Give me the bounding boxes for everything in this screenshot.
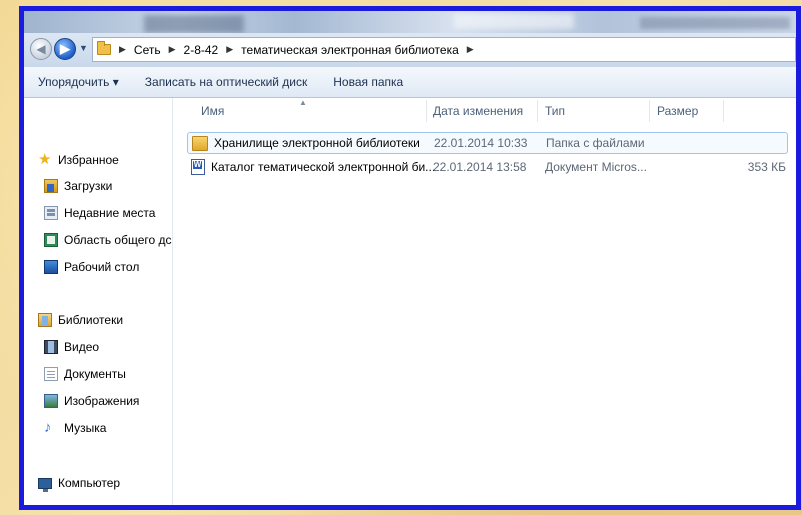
sidebar-item-video[interactable]: Видео — [44, 337, 99, 357]
sidebar-item-label: Компьютер — [58, 476, 121, 490]
breadcrumb-host[interactable]: 2-8-42 — [184, 43, 219, 57]
file-list: ▲ Имя Дата изменения Тип Размер Хранилищ… — [173, 98, 796, 505]
sidebar-item-label: Видео — [64, 340, 100, 354]
new-folder-button[interactable]: Новая папка — [333, 75, 403, 89]
sidebar-item-label: Библиотеки — [58, 313, 124, 327]
file-date: 22.01.2014 10:33 — [434, 136, 528, 150]
recent-places-icon — [44, 206, 58, 220]
sidebar-item-label: Загрузки — [64, 179, 113, 193]
chevron-right-icon[interactable]: ▶ — [119, 44, 126, 55]
sidebar-item-label: Избранное — [58, 153, 119, 167]
libraries-icon — [38, 313, 52, 327]
file-type: Папка с файлами — [546, 136, 645, 150]
video-icon — [44, 340, 58, 354]
sidebar-item-downloads[interactable]: Загрузки — [44, 176, 112, 196]
file-name: Каталог тематической электронной би... — [211, 160, 436, 174]
column-headers: ▲ Имя Дата изменения Тип Размер — [173, 98, 796, 124]
sidebar-item-libraries[interactable]: Библиотеки — [38, 310, 123, 330]
file-date: 22.01.2014 13:58 — [433, 160, 527, 174]
desktop-icon — [44, 260, 58, 274]
pictures-icon — [44, 394, 58, 408]
sidebar-item-label: Изображения — [64, 394, 140, 408]
forward-button[interactable]: ▶ — [54, 38, 76, 60]
sidebar-item-desktop[interactable]: Рабочий стол — [44, 257, 139, 277]
sidebar-item-favorites[interactable]: ★ Избранное — [38, 150, 119, 170]
arrow-right-icon: ▶ — [60, 41, 70, 56]
documents-icon — [44, 367, 58, 381]
sidebar-item-music[interactable]: ♪ Музыка — [44, 418, 106, 438]
file-name-cell: Каталог тематической электронной би... — [191, 159, 435, 175]
sidebar-item-images[interactable]: Изображения — [44, 391, 139, 411]
address-bar[interactable]: ▶ Сеть ▶ 2-8-42 ▶ тематическая электронн… — [92, 37, 796, 62]
folder-icon — [192, 135, 208, 151]
sidebar-item-label: Область общего дс — [64, 233, 172, 247]
command-bar: Упорядочить ▾ Записать на оптический дис… — [24, 67, 796, 98]
sidebar-item-label: Документы — [64, 367, 126, 381]
organize-button[interactable]: Упорядочить ▾ — [38, 75, 119, 89]
sidebar-item-label: Музыка — [64, 421, 107, 435]
chevron-right-icon[interactable]: ▶ — [467, 44, 474, 55]
breadcrumb-network[interactable]: Сеть — [134, 43, 161, 57]
table-row[interactable]: Каталог тематической электронной би... 2… — [187, 156, 788, 178]
sidebar-item-recent[interactable]: Недавние места — [44, 203, 155, 223]
history-dropdown-icon[interactable]: ▼ — [79, 43, 88, 53]
chevron-right-icon[interactable]: ▶ — [169, 44, 176, 55]
breadcrumb-library[interactable]: тематическая электронная библиотека — [241, 43, 459, 57]
file-size: 353 КБ — [747, 160, 786, 174]
downloads-folder-icon — [44, 179, 58, 193]
column-header-name[interactable]: Имя — [201, 104, 224, 118]
sidebar-item-computer[interactable]: Компьютер — [38, 473, 120, 493]
column-header-size[interactable]: Размер — [657, 104, 698, 118]
column-header-type[interactable]: Тип — [545, 104, 565, 118]
navigation-pane: ★ Избранное Загрузки Недавние места Обла… — [24, 98, 173, 505]
burn-disc-button[interactable]: Записать на оптический диск — [145, 75, 308, 89]
sidebar-item-label: Рабочий стол — [64, 260, 140, 274]
sidebar-item-label: Недавние места — [64, 206, 156, 220]
table-row[interactable]: Хранилище электронной библиотеки 22.01.2… — [187, 132, 788, 154]
computer-icon — [38, 477, 52, 492]
sidebar-item-documents[interactable]: Документы — [44, 364, 126, 384]
column-header-date[interactable]: Дата изменения — [433, 104, 523, 118]
chevron-right-icon[interactable]: ▶ — [226, 44, 233, 55]
file-name: Хранилище электронной библиотеки — [214, 136, 420, 150]
sidebar-item-shared[interactable]: Область общего дс — [44, 230, 172, 250]
back-button[interactable]: ◀ — [30, 38, 52, 60]
explorer-window: ◀ ▶ ▼ ▶ Сеть ▶ 2-8-42 ▶ тематическая эле… — [19, 6, 801, 510]
address-row: ◀ ▶ ▼ ▶ Сеть ▶ 2-8-42 ▶ тематическая эле… — [24, 33, 796, 67]
folder-icon — [97, 41, 111, 55]
word-document-icon — [191, 159, 205, 175]
arrow-left-icon: ◀ — [36, 42, 46, 56]
sort-ascending-icon: ▲ — [299, 98, 307, 107]
file-type: Документ Micros... — [545, 160, 647, 174]
music-note-icon: ♪ — [44, 419, 52, 436]
star-icon: ★ — [38, 151, 52, 168]
file-name-cell: Хранилище электронной библиотеки — [192, 135, 420, 151]
shared-area-icon — [44, 233, 58, 247]
